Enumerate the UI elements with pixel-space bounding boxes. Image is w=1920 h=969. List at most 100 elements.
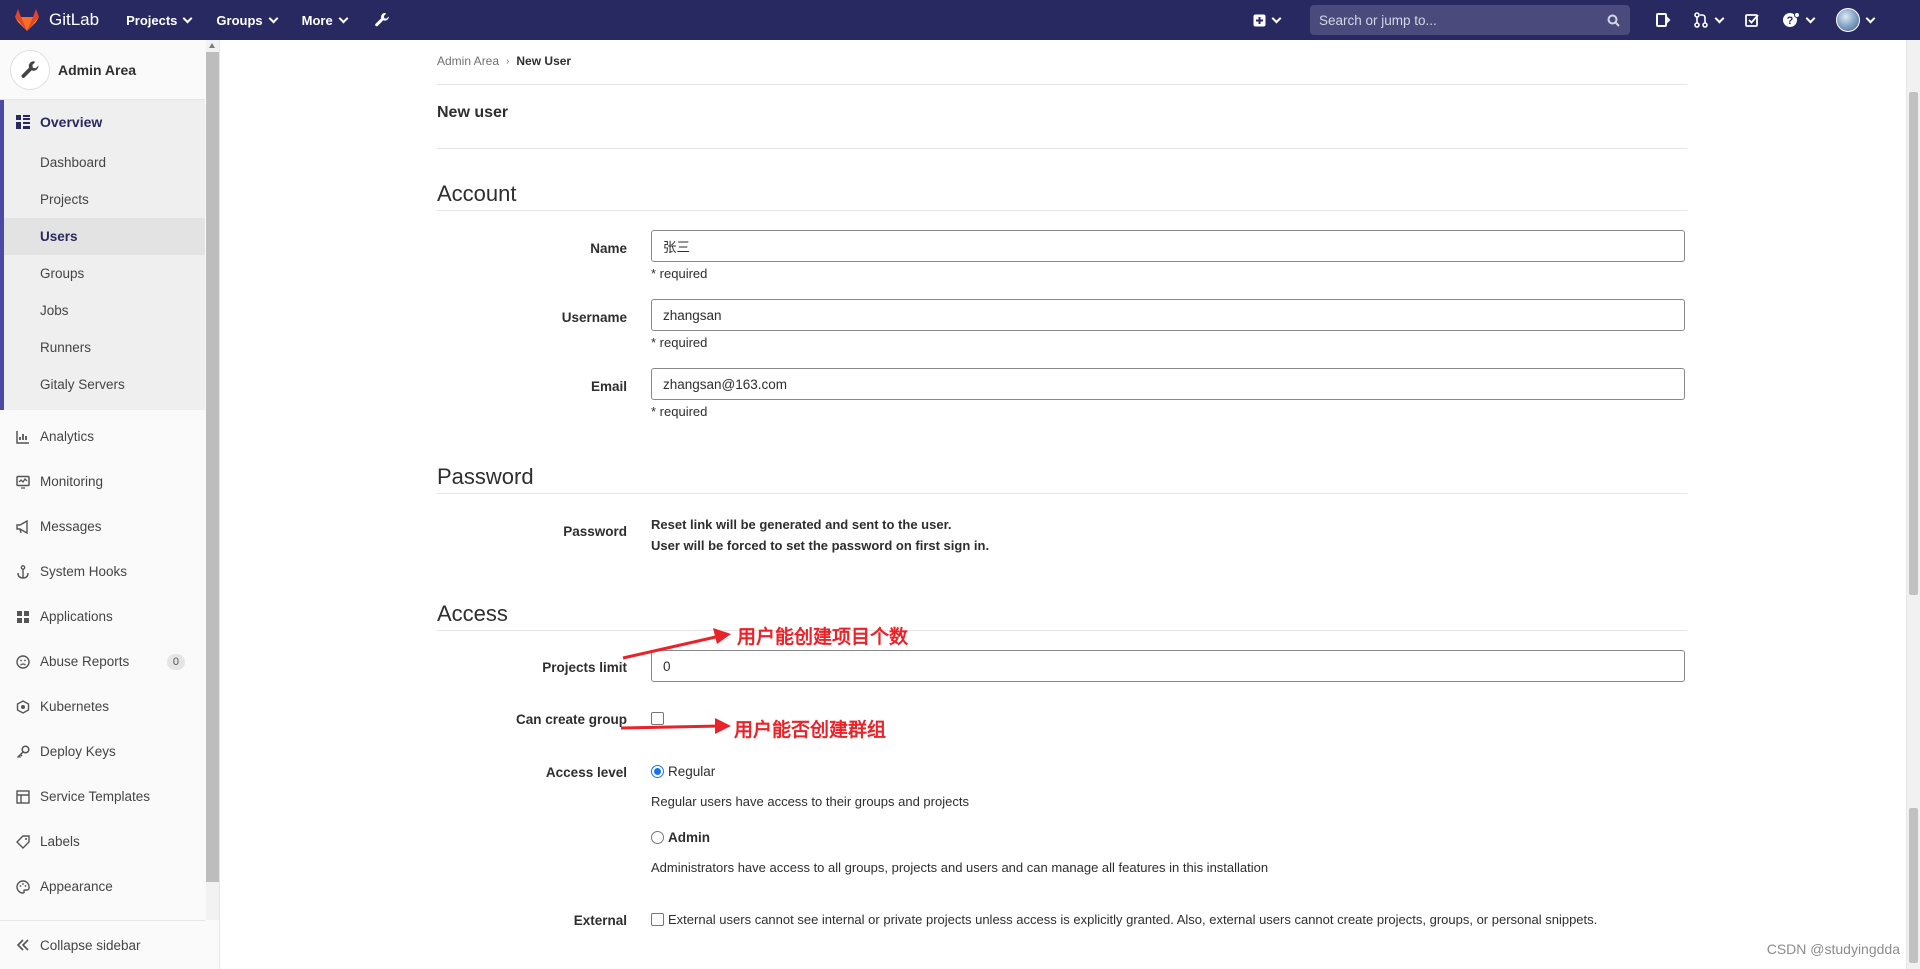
overview-icon	[16, 115, 30, 129]
sidebar-item-monitoring[interactable]: Monitoring	[0, 459, 205, 504]
sidebar-item-groups[interactable]: Groups	[4, 255, 205, 292]
sidebar-item-appearance[interactable]: Appearance	[0, 864, 205, 909]
sidebar-item-gitaly-servers[interactable]: Gitaly Servers	[4, 366, 205, 403]
search-box[interactable]	[1310, 5, 1630, 35]
nav-groups-label: Groups	[216, 12, 263, 28]
breadcrumb-admin-area[interactable]: Admin Area	[437, 54, 499, 68]
search-icon[interactable]	[1607, 14, 1620, 27]
nav-links: Projects Groups More	[126, 12, 390, 28]
sidebar-item-label: Deploy Keys	[40, 744, 116, 759]
sidebar-item-service-templates[interactable]: Service Templates	[0, 774, 205, 819]
sidebar-item-users[interactable]: Users	[4, 218, 205, 255]
nav-more-label: More	[301, 12, 333, 28]
can-create-group-checkbox[interactable]	[651, 712, 664, 725]
sidebar-item-label: Applications	[40, 609, 113, 624]
sidebar-item-jobs[interactable]: Jobs	[4, 292, 205, 329]
section-title-password: Password	[437, 464, 534, 489]
chart-icon	[16, 430, 30, 444]
name-field[interactable]	[651, 230, 1685, 262]
gitlab-logo[interactable]: GitLab	[14, 0, 99, 40]
sidebar-item-abuse-reports[interactable]: Abuse Reports 0	[0, 639, 205, 684]
divider	[437, 493, 1687, 494]
annotation-projects-limit: 用户能创建项目个数	[737, 626, 909, 648]
sidebar-item-analytics[interactable]: Analytics	[0, 414, 205, 459]
projects-limit-field[interactable]	[651, 650, 1685, 682]
sidebar-title: Admin Area	[58, 61, 137, 78]
merge-requests-dropdown[interactable]	[1693, 12, 1725, 28]
chevron-down-icon	[268, 13, 279, 23]
sidebar-item-label: Abuse Reports	[40, 654, 130, 669]
external-checkbox[interactable]	[651, 913, 664, 926]
sidebar-item-applications[interactable]: Applications	[0, 594, 205, 639]
password-note-line1: Reset link will be generated and sent to…	[651, 517, 952, 532]
access-level-regular-label[interactable]: Regular	[668, 764, 715, 779]
divider	[437, 630, 1687, 631]
password-label: Password	[563, 524, 627, 539]
password-note-line2: User will be forced to set the password …	[651, 538, 990, 553]
tag-icon	[16, 834, 30, 849]
external-label: External	[573, 913, 627, 928]
sidebar-item-label: Analytics	[40, 429, 95, 444]
annotation-can-create-group: 用户能否创建群组	[734, 719, 887, 741]
sidebar-overview-label: Overview	[40, 114, 103, 130]
double-chevron-left-icon	[16, 939, 29, 951]
issues-icon[interactable]	[1655, 12, 1671, 28]
access-level-admin-label[interactable]: Admin	[668, 830, 710, 845]
nav-projects-label: Projects	[126, 12, 178, 28]
page-scrollbar-thumb[interactable]	[1909, 92, 1918, 595]
admin-description: Administrators have access to all groups…	[651, 860, 1269, 875]
brand-name: GitLab	[49, 10, 100, 29]
kubernetes-icon	[16, 699, 30, 714]
access-level-label: Access level	[545, 765, 627, 780]
admin-wrench-icon[interactable]	[374, 12, 390, 28]
page-scrollbar-thumb-lower[interactable]	[1909, 808, 1918, 963]
sidebar-item-label: System Hooks	[40, 564, 128, 579]
sidebar-scrollbar[interactable]	[206, 40, 219, 920]
sidebar-item-kubernetes[interactable]: Kubernetes	[0, 684, 205, 729]
new-item-dropdown[interactable]	[1253, 13, 1282, 27]
nav-more-dropdown[interactable]: More	[301, 12, 349, 28]
email-field[interactable]	[651, 368, 1685, 400]
name-required-hint: * required	[651, 266, 708, 281]
access-level-regular-radio[interactable]	[651, 765, 664, 778]
sidebar-item-overview[interactable]: Overview	[4, 100, 205, 144]
sidebar-item-runners[interactable]: Runners	[4, 329, 205, 366]
divider	[437, 148, 1687, 149]
page-scrollbar[interactable]	[1906, 40, 1920, 969]
nav-right: ?	[1253, 0, 1920, 40]
scroll-up-icon[interactable]	[209, 43, 215, 48]
sidebar-header[interactable]: Admin Area	[0, 40, 205, 100]
watermark: CSDN @studyingdda	[1766, 941, 1900, 957]
can-create-group-label: Can create group	[515, 712, 627, 727]
plus-square-icon	[1253, 14, 1266, 26]
regular-description: Regular users have access to their group…	[651, 794, 969, 809]
collapse-sidebar-button[interactable]: Collapse sidebar	[0, 920, 205, 969]
sidebar-item-system-hooks[interactable]: System Hooks	[0, 549, 205, 594]
user-menu-dropdown[interactable]	[1836, 8, 1876, 32]
wrench-icon	[21, 60, 39, 78]
sidebar-item-messages[interactable]: Messages	[0, 504, 205, 549]
collapse-sidebar-label: Collapse sidebar	[40, 937, 141, 953]
sidebar-scrollbar-thumb[interactable]	[206, 52, 219, 882]
chevron-down-icon	[1714, 13, 1725, 23]
annotation-arrows	[620, 628, 731, 734]
username-required-hint: * required	[651, 335, 708, 350]
nav-groups-dropdown[interactable]: Groups	[216, 12, 279, 28]
page-title: New user	[437, 104, 509, 121]
sidebar-item-projects[interactable]: Projects	[4, 181, 205, 218]
help-dropdown[interactable]: ?	[1782, 12, 1816, 28]
sidebar-item-dashboard[interactable]: Dashboard	[4, 144, 205, 181]
nav-projects-dropdown[interactable]: Projects	[126, 12, 193, 28]
chevron-down-icon	[1271, 13, 1282, 23]
username-field[interactable]	[651, 299, 1685, 331]
sidebar-item-deploy-keys[interactable]: Deploy Keys	[0, 729, 205, 774]
palette-icon	[16, 879, 30, 894]
sidebar-item-label: Kubernetes	[40, 699, 110, 714]
sidebar-item-labels[interactable]: Labels	[0, 819, 205, 864]
sidebar-item-label: Labels	[40, 834, 80, 849]
todos-icon[interactable]	[1745, 13, 1760, 28]
admin-sidebar: Admin Area Overview Dashboard Projects U…	[0, 40, 220, 969]
access-level-admin-radio[interactable]	[651, 831, 664, 844]
merge-request-icon	[1694, 12, 1708, 28]
search-input[interactable]	[1319, 12, 1579, 28]
